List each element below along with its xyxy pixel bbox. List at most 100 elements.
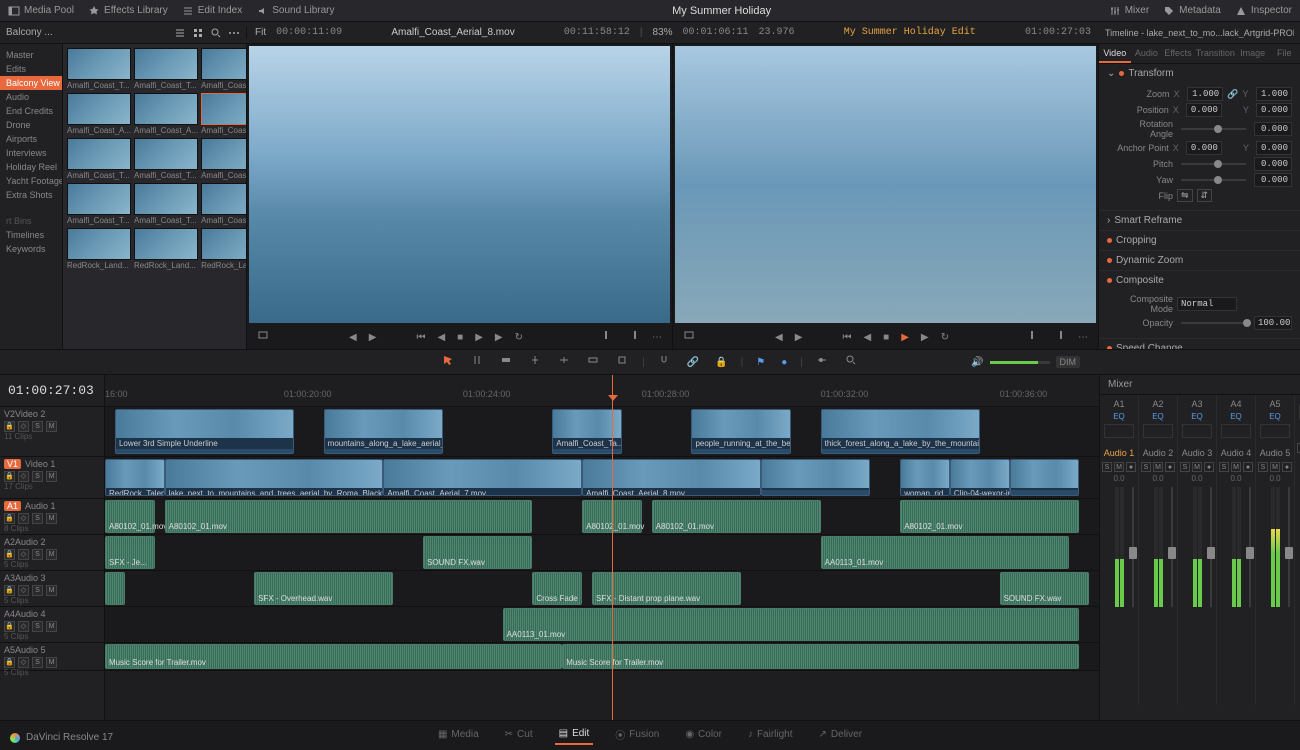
first-frame-icon[interactable]: ⏮ <box>840 330 853 345</box>
yaw-input[interactable]: 0.000 <box>1254 173 1292 187</box>
inspector-tab-image[interactable]: Image <box>1237 44 1269 63</box>
track-header-a4[interactable]: A4Audio 4🔒◇SM5 Clips <box>0 607 104 643</box>
mute-toggle[interactable]: M <box>46 549 57 560</box>
auto-select-toggle[interactable]: ◇ <box>18 513 29 524</box>
timeline-clip[interactable]: RedRock_Talent_3... <box>105 459 165 496</box>
media-clip[interactable]: Amalfi_Coast_A... <box>134 93 198 135</box>
mute-button[interactable]: M <box>1153 462 1163 472</box>
mixer-toggle[interactable]: Mixer <box>1109 5 1149 17</box>
zoom-x-input[interactable]: 1.000 <box>1187 87 1223 101</box>
timeline-clip[interactable]: SOUND FX.wav <box>423 536 532 569</box>
loop-icon[interactable]: ↻ <box>939 330 951 345</box>
media-clip[interactable]: Amalfi_Coast_T... <box>201 183 247 225</box>
bin-item[interactable]: Airports <box>0 132 62 146</box>
record-button[interactable]: ● <box>1165 462 1175 472</box>
auto-select-toggle[interactable]: ◇ <box>18 585 29 596</box>
solo-toggle[interactable]: S <box>32 421 43 432</box>
bin-item[interactable]: End Credits <box>0 104 62 118</box>
record-button[interactable]: ● <box>1126 462 1136 472</box>
program-viewer-image[interactable] <box>675 46 1096 323</box>
track-a2[interactable]: SFX - Je...SOUND FX.wavAA0113_01.mov <box>105 535 1099 571</box>
bin-edits[interactable]: Edits <box>0 62 62 76</box>
mute-toggle[interactable]: M <box>46 513 57 524</box>
track-header-v2[interactable]: V2Video 2🔒◇SM11 Clips <box>0 407 104 457</box>
eq-button[interactable]: EQ <box>1141 411 1175 422</box>
timeline-clip[interactable]: A80102_01.mov <box>165 500 533 533</box>
timeline-clip[interactable]: A80102_01.mov <box>900 500 1079 533</box>
smart-bin[interactable]: Timelines <box>0 228 62 242</box>
overwrite-icon[interactable] <box>584 351 603 373</box>
track-id[interactable]: A5 <box>4 645 15 655</box>
track-a1[interactable]: A80102_01.mov A80102_01.mov A80102_01.mov A… <box>105 499 1099 535</box>
track-id[interactable]: V2 <box>4 409 15 419</box>
solo-toggle[interactable]: S <box>32 471 43 482</box>
program-zoom[interactable]: 83% <box>653 27 673 38</box>
anchor-x-input[interactable]: 0.000 <box>1186 141 1222 155</box>
auto-select-toggle[interactable]: ◇ <box>18 421 29 432</box>
timeline-clip[interactable]: Amalfi_Coast_Aerial_7.mov <box>383 459 582 496</box>
source-clip-name[interactable]: Amalfi_Coast_Aerial_8.mov <box>391 27 514 38</box>
step-back-icon[interactable]: ◀ <box>435 330 447 345</box>
mark-in-icon[interactable] <box>1026 327 1043 347</box>
solo-toggle[interactable]: S <box>32 513 43 524</box>
timeline-clip[interactable]: people_running_at_the_beach_in_brig... <box>691 409 790 454</box>
edit-index-toggle[interactable]: Edit Index <box>182 5 242 17</box>
speaker-icon[interactable]: 🔊 <box>971 357 983 368</box>
speed-change-header[interactable]: Speed Change <box>1099 339 1300 349</box>
track-id[interactable]: V1 <box>4 459 21 469</box>
flag-icon[interactable]: ⚑ <box>753 354 768 371</box>
timeline-clip[interactable]: SFX - Distant prop plane.wav <box>592 572 741 605</box>
playhead[interactable] <box>612 375 613 720</box>
composite-header[interactable]: Composite <box>1099 271 1300 290</box>
effects-library-toggle[interactable]: Effects Library <box>88 5 168 17</box>
eq-curve-icon[interactable] <box>1221 424 1251 438</box>
channel-fader[interactable] <box>1288 487 1290 607</box>
media-clip[interactable]: Amalfi_Coast_T... <box>67 138 131 180</box>
flip-h-icon[interactable]: ⇋ <box>1177 189 1193 202</box>
timeline-name[interactable]: My Summer Holiday Edit <box>844 27 976 38</box>
media-clip[interactable]: Amalfi_Coast_T... <box>201 138 247 180</box>
track-id[interactable]: A4 <box>4 609 15 619</box>
first-frame-icon[interactable]: ⏮ <box>414 330 427 345</box>
mute-button[interactable]: M <box>1192 462 1202 472</box>
solo-button[interactable]: S <box>1102 462 1112 472</box>
enable-dot-icon[interactable] <box>1107 278 1112 283</box>
play-icon[interactable]: ▶ <box>899 330 911 345</box>
auto-select-toggle[interactable]: ◇ <box>18 549 29 560</box>
page-cut[interactable]: ✂Cut <box>501 725 537 744</box>
timeline-clip[interactable]: lake_next_to_mountains_and_trees_aerial_… <box>165 459 384 496</box>
track-id[interactable]: A1 <box>4 501 21 511</box>
timeline-clip[interactable]: Clip-04-wexor-img... <box>950 459 1010 496</box>
timeline-body[interactable]: 16:0001:00:20:0001:00:24:0001:00:28:0001… <box>105 375 1099 720</box>
viewer-options-icon[interactable]: ⋯ <box>1076 330 1090 345</box>
mute-toggle[interactable]: M <box>46 657 57 668</box>
inspector-toggle[interactable]: Inspector <box>1235 5 1292 17</box>
timeline-clip[interactable]: A80102_01.mov <box>105 500 155 533</box>
media-clip[interactable]: Amalfi_Coast_T... <box>67 48 131 90</box>
auto-select-toggle[interactable]: ◇ <box>18 621 29 632</box>
composite-mode-select[interactable]: Normal <box>1177 297 1237 311</box>
zoom-slider-icon[interactable] <box>813 351 832 373</box>
auto-select-toggle[interactable]: ◇ <box>18 657 29 668</box>
record-button[interactable]: ● <box>1204 462 1214 472</box>
bin-item[interactable]: Drone <box>0 118 62 132</box>
eq-button[interactable]: EQ <box>1102 411 1136 422</box>
prev-edit-icon[interactable]: ◀ <box>773 330 785 345</box>
zoom-y-input[interactable]: 1.000 <box>1256 87 1292 101</box>
solo-toggle[interactable]: S <box>32 621 43 632</box>
timeline-clip[interactable]: A80102_01.mov <box>652 500 821 533</box>
list-view-icon[interactable] <box>174 27 186 39</box>
next-edit-icon[interactable]: ▶ <box>793 330 805 345</box>
auto-select-toggle[interactable]: ◇ <box>18 471 29 482</box>
channel-fader[interactable] <box>1210 487 1212 607</box>
anchor-y-input[interactable]: 0.000 <box>1256 141 1292 155</box>
marker-icon[interactable]: ● <box>778 354 790 371</box>
volume-slider[interactable] <box>990 361 1050 364</box>
step-fwd-icon[interactable]: ▶ <box>919 330 931 345</box>
bin-master[interactable]: Master <box>0 48 62 62</box>
rotation-slider[interactable] <box>1181 128 1246 130</box>
timeline-clip[interactable]: woman_rid... <box>900 459 950 496</box>
track-header-a5[interactable]: A5Audio 5🔒◇SM5 Clips <box>0 643 104 671</box>
bin-selected[interactable]: Balcony View <box>0 76 62 90</box>
enable-dot-icon[interactable] <box>1107 346 1112 349</box>
